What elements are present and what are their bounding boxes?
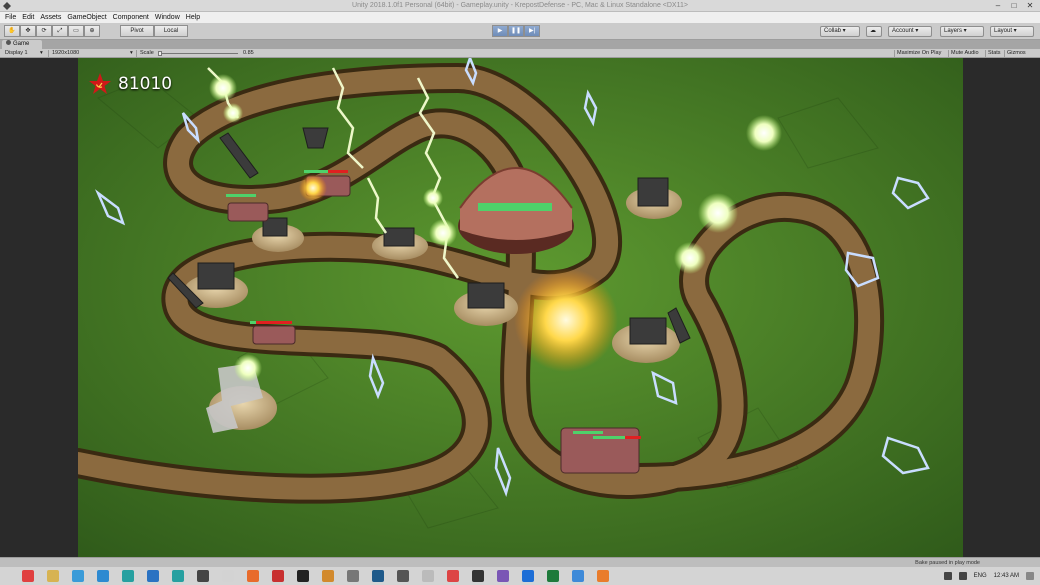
- display-dropdown-arrow[interactable]: ▾: [40, 49, 43, 58]
- windows-taskbar: ENG 12:43 AM: [0, 567, 1040, 585]
- game-tab-bar: Game: [0, 40, 1040, 49]
- app-icon-20[interactable]: [572, 570, 584, 582]
- game-view-toolbar: Display 1 ▾ 1920x1080 ▾ Scale 0.85 Maxim…: [0, 49, 1040, 58]
- rect-tool-button[interactable]: ▭: [68, 25, 84, 37]
- menu-component[interactable]: Component: [110, 12, 152, 23]
- app-icon-10[interactable]: [322, 570, 334, 582]
- notification-icon[interactable]: [1026, 572, 1034, 580]
- window-title: Unity 2018.1.0f1 Personal (64bit) - Game…: [352, 2, 688, 9]
- tab-game[interactable]: Game: [2, 40, 42, 49]
- layers-dropdown[interactable]: Layers ▾: [940, 26, 984, 37]
- step-button[interactable]: ▶|: [524, 25, 541, 37]
- scale-slider-track[interactable]: [160, 53, 238, 54]
- minimize-button[interactable]: –: [992, 1, 1004, 10]
- pause-button[interactable]: ❚❚: [508, 25, 525, 37]
- pivot-label: Pivot: [130, 28, 144, 34]
- collab-label: Collab: [824, 28, 842, 34]
- game-scene-render: [78, 58, 963, 557]
- app-icon-3[interactable]: [122, 570, 134, 582]
- app-icon-12[interactable]: [372, 570, 384, 582]
- app-icon-15[interactable]: [447, 570, 459, 582]
- resolution-dropdown[interactable]: 1920x1080: [52, 49, 79, 58]
- app-icon-5[interactable]: [172, 570, 184, 582]
- app-icon-2[interactable]: [97, 570, 109, 582]
- clock[interactable]: 12:43 AM: [994, 573, 1019, 579]
- app-icon-1[interactable]: [72, 570, 84, 582]
- rotate-tool-button[interactable]: ⟳: [36, 25, 52, 37]
- scale-slider-handle[interactable]: [158, 51, 162, 56]
- status-bar: Bake paused in play mode: [0, 557, 1040, 567]
- main-toolbar: ✋ ✥ ⟳ ⤢ ▭ ⊕ Pivot Local ▶ ❚❚ ▶| Collab ▾…: [0, 23, 1040, 40]
- app-icon-18[interactable]: [522, 570, 534, 582]
- menu-bar: File Edit Assets GameObject Component Wi…: [0, 12, 1040, 23]
- display-dropdown[interactable]: Display 1: [5, 49, 28, 58]
- explosion-effect: [514, 268, 618, 372]
- pivot-toggle[interactable]: Pivot: [120, 25, 154, 37]
- app-icon-21[interactable]: [597, 570, 609, 582]
- menu-assets[interactable]: Assets: [37, 12, 64, 23]
- resolution-dropdown-arrow[interactable]: ▾: [130, 49, 133, 58]
- language-indicator[interactable]: ENG: [974, 573, 987, 579]
- volume-icon[interactable]: [958, 572, 967, 580]
- layout-dropdown[interactable]: Layout ▾: [990, 26, 1034, 37]
- gizmos-dropdown[interactable]: Gizmos: [1007, 49, 1026, 58]
- score-value: 81010: [118, 74, 173, 94]
- layout-label: Layout: [994, 28, 1013, 34]
- app-icon-8[interactable]: [272, 570, 284, 582]
- stats-toggle[interactable]: Stats: [988, 49, 1001, 58]
- menu-help[interactable]: Help: [183, 12, 203, 23]
- scale-value: 0.85: [243, 50, 254, 56]
- opera-icon[interactable]: [22, 570, 34, 582]
- scale-label: Scale: [140, 50, 154, 56]
- maximize-button[interactable]: □: [1008, 1, 1020, 10]
- transform-tool-button[interactable]: ⊕: [84, 25, 100, 37]
- menu-edit[interactable]: Edit: [19, 12, 37, 23]
- tab-game-label: Game: [13, 41, 30, 47]
- account-label: Account: [892, 28, 914, 34]
- cloud-icon[interactable]: ☁: [866, 26, 882, 37]
- scale-tool-button[interactable]: ⤢: [52, 25, 68, 37]
- app-icon-14[interactable]: [422, 570, 434, 582]
- score-hud: 81010: [88, 72, 172, 96]
- account-dropdown[interactable]: Account ▾: [888, 26, 932, 37]
- game-tab-icon: [6, 40, 11, 45]
- network-icon[interactable]: [943, 572, 952, 580]
- maximize-on-play-toggle[interactable]: Maximize On Play: [897, 49, 941, 58]
- base-health-bar: [478, 203, 552, 211]
- app-icon-11[interactable]: [347, 570, 359, 582]
- app-icon-4[interactable]: [147, 570, 159, 582]
- play-button[interactable]: ▶: [492, 25, 508, 37]
- app-icon-17[interactable]: [497, 570, 509, 582]
- app-icon-19[interactable]: [547, 570, 559, 582]
- app-icon-6[interactable]: [222, 570, 234, 582]
- local-label: Local: [163, 28, 179, 34]
- collab-dropdown[interactable]: Collab ▾: [820, 26, 860, 37]
- title-bar: Unity 2018.1.0f1 Personal (64bit) - Game…: [0, 0, 1040, 12]
- menu-file[interactable]: File: [2, 12, 19, 23]
- app-icon-13[interactable]: [397, 570, 409, 582]
- red-star-icon: [89, 73, 111, 94]
- local-toggle[interactable]: Local: [154, 25, 188, 37]
- unity-taskbar-icon[interactable]: [197, 570, 209, 582]
- menu-gameobject[interactable]: GameObject: [64, 12, 109, 23]
- hand-tool-button[interactable]: ✋: [4, 25, 20, 37]
- layers-label: Layers: [944, 28, 963, 34]
- file-explorer-icon[interactable]: [47, 570, 59, 582]
- app-icon-9[interactable]: [297, 570, 309, 582]
- mute-audio-toggle[interactable]: Mute Audio: [951, 49, 979, 58]
- game-viewport[interactable]: 81010: [0, 58, 1040, 557]
- app-icon-7[interactable]: [247, 570, 259, 582]
- app-icon-16[interactable]: [472, 570, 484, 582]
- move-tool-button[interactable]: ✥: [20, 25, 36, 37]
- close-button[interactable]: ✕: [1024, 1, 1036, 10]
- game-scene[interactable]: [78, 58, 963, 557]
- menu-window[interactable]: Window: [152, 12, 183, 23]
